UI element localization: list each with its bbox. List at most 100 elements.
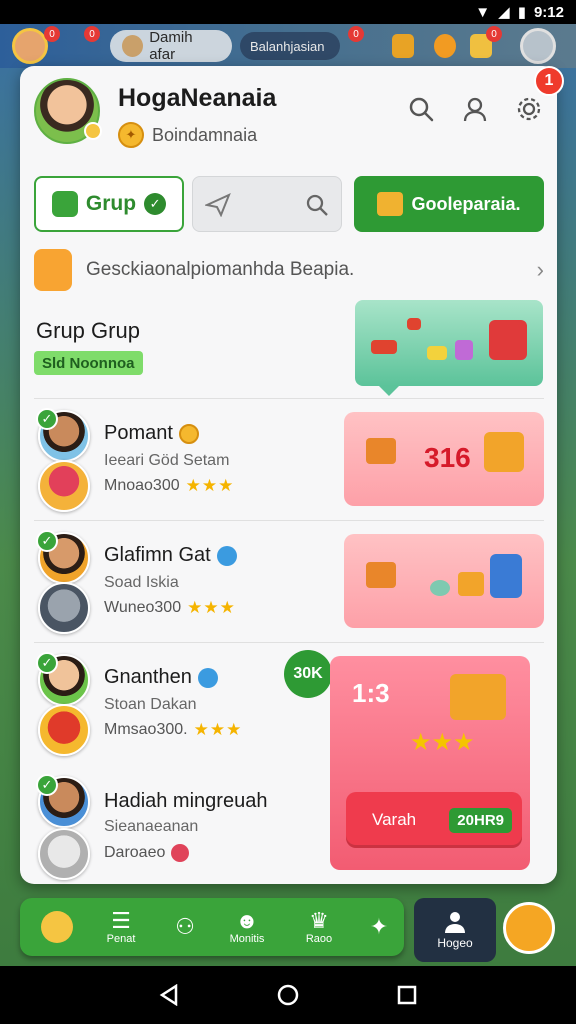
nav-label: Monitis: [229, 933, 265, 945]
reward-card[interactable]: [344, 534, 544, 628]
list-icon: ☰: [111, 908, 131, 933]
friend-avatar[interactable]: [520, 28, 556, 64]
check-icon: ✓: [36, 530, 58, 552]
score-badge[interactable]: 30K: [284, 650, 332, 698]
search-input[interactable]: [192, 176, 342, 232]
friend-row[interactable]: ✓ Pomant Ieeari Göd Setam Mnoao300 ★★★ 3…: [34, 406, 544, 518]
divider: [34, 398, 544, 399]
gift-pile-icon: [450, 674, 506, 720]
rewards-button[interactable]: Gooleparaia.: [354, 176, 544, 232]
notification-badge: 0: [44, 26, 60, 42]
group-tab-label: Grup: [85, 192, 137, 215]
smile-icon: [41, 911, 73, 943]
notification-badge: 0: [486, 26, 502, 42]
nav-emoji[interactable]: [26, 902, 88, 952]
friend-score-row: Wuneo300 ★★★: [104, 598, 236, 618]
friend-avatar-secondary: [38, 582, 90, 634]
panel-notification-badge[interactable]: 1: [534, 66, 564, 96]
search-icon: [306, 194, 328, 216]
divider: [34, 520, 544, 521]
friend-row[interactable]: ✓ Glafimn Gat Soad Iskia Wuneo300 ★★★: [34, 528, 544, 640]
friend-score-row: Daroaeo: [104, 844, 190, 862]
coin-icon: [178, 423, 199, 444]
status-bar: ▼ ◢ ▮ 9:12: [0, 0, 576, 24]
gift-icon: [366, 438, 396, 464]
top-strip: 0 0 Damih afar Balanhjasian 0 0: [0, 24, 576, 68]
friend-avatar-secondary: [38, 460, 90, 512]
nav-groups[interactable]: ⚇: [154, 902, 216, 952]
verified-icon: [216, 545, 237, 566]
chest-icon: [484, 432, 524, 472]
friends-panel: HogaNeanaia ✦ Boindamnaia Grup ✓ Goolepa…: [20, 66, 557, 884]
stars-icon: ★★★: [187, 598, 236, 617]
nav-profile-active[interactable]: Hogeo: [414, 898, 496, 962]
chest-icon[interactable]: [392, 34, 414, 58]
group-tab-button[interactable]: Grup ✓: [34, 176, 184, 232]
friend-subtitle: Soad Iskia: [104, 574, 179, 591]
reward-value: 316: [424, 442, 471, 473]
wifi-icon: ▼: [475, 3, 491, 21]
groups-icon: ⚇: [175, 914, 195, 939]
resource-pill[interactable]: Balanhjasian: [240, 32, 340, 60]
friend-name-row: Hadiah mingreuah: [104, 790, 267, 813]
section-title: Grup Grup: [36, 318, 140, 343]
check-icon: ✓: [36, 408, 58, 430]
crown-icon: ♛: [309, 908, 329, 933]
section-reward-card[interactable]: [355, 300, 543, 396]
nav-raoo[interactable]: ♛ Raoo: [288, 902, 350, 952]
coin-icon[interactable]: [434, 34, 456, 58]
note-icon: [34, 249, 72, 291]
toy-icon: [455, 340, 473, 360]
nav-more[interactable]: ✦: [348, 902, 410, 952]
check-icon: ✓: [36, 652, 58, 674]
notification-badge: 0: [84, 26, 100, 42]
friend-subtitle: Sieanaeanan: [104, 818, 199, 835]
gear-icon[interactable]: [514, 94, 544, 124]
reward-value: 1:3: [352, 678, 390, 708]
back-icon[interactable]: [158, 984, 180, 1006]
gift-icon: [458, 572, 484, 596]
gift-icon: [377, 192, 404, 216]
profile-avatar[interactable]: [34, 78, 102, 144]
mini-avatar-icon: [122, 35, 144, 57]
nav-monitis[interactable]: ☻ Monitis: [216, 902, 278, 952]
friend-name: Hadiah mingreuah: [104, 790, 268, 812]
check-icon: ✓: [36, 774, 58, 796]
toy-block-icon: [371, 340, 397, 354]
check-icon: ✓: [144, 193, 167, 215]
quick-action-button[interactable]: [503, 902, 555, 954]
section-tag: Sld Noonnoa: [34, 351, 143, 375]
profile-icon[interactable]: [460, 94, 490, 124]
header-icons: [406, 94, 544, 124]
nav-penat[interactable]: ☰ Penat: [90, 902, 152, 952]
profile-subtitle: Boindamnaia: [152, 124, 258, 145]
player-name: Damih afar: [149, 29, 193, 63]
player-name-pill[interactable]: Damih afar: [110, 29, 232, 63]
info-banner[interactable]: Gesckiaonalpiomanhda Beapia. ›: [34, 248, 544, 292]
banner-text: Gesckiaonalpiomanhda Beapia.: [86, 259, 355, 280]
profile-name: HogaNeanaia: [118, 84, 277, 112]
action-row: Grup ✓ Gooleparaia.: [34, 176, 544, 232]
nav-label: Penat: [106, 933, 136, 945]
battery-icon: ▮: [517, 4, 526, 21]
reward-card[interactable]: 316: [344, 412, 544, 506]
gift-icon: [366, 562, 396, 588]
friend-score: Wuneo300: [104, 599, 182, 616]
friend-name-row: Glafimn Gat: [104, 544, 237, 567]
player-avatar[interactable]: [12, 28, 48, 64]
heart-icon: [171, 844, 190, 862]
friend-avatar-secondary: [38, 828, 90, 880]
recents-icon[interactable]: [396, 984, 418, 1006]
verified-icon: [197, 667, 218, 688]
resource-pill-label: Balanhjasian: [250, 38, 325, 54]
search-icon[interactable]: [406, 94, 436, 124]
nav-active-label: Hogeo: [437, 936, 473, 950]
friend-row[interactable]: ✓ Hadiah mingreuah Sieanaeanan Daroaeo: [34, 772, 544, 884]
chevron-right-icon: ›: [536, 257, 544, 282]
friend-score: Mmsao300.: [104, 721, 188, 738]
divider: [34, 642, 544, 643]
friend-name: Gnanthen: [104, 666, 192, 688]
friend-name: Glafimn Gat: [104, 544, 211, 566]
home-icon[interactable]: [276, 983, 300, 1007]
stars-icon: ★★★: [185, 476, 235, 495]
